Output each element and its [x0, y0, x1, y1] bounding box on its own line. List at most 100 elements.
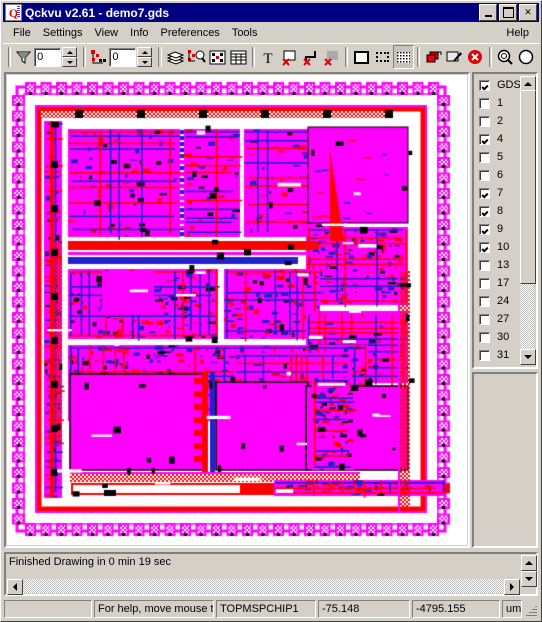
zoom-in-icon[interactable]	[495, 45, 516, 69]
depth-spin-down[interactable]	[137, 57, 153, 67]
menu-settings[interactable]: Settings	[37, 26, 89, 40]
color-swap-icon[interactable]	[423, 45, 444, 69]
filter-input[interactable]: 0	[34, 47, 62, 67]
message-scroll-up-button[interactable]	[521, 555, 537, 571]
status-y-coord: -4795.155	[412, 600, 500, 618]
layer-checkbox[interactable]	[479, 349, 490, 361]
table-grid-icon[interactable]	[228, 45, 249, 69]
layer-label: 1	[497, 97, 504, 109]
layer-checkbox[interactable]	[479, 151, 490, 163]
layer-label: 31	[497, 349, 510, 361]
depth-spin-up[interactable]	[137, 47, 153, 57]
layer-checkbox[interactable]	[479, 115, 490, 127]
layer-row[interactable]: 30	[476, 328, 520, 346]
hide-fill-icon[interactable]	[321, 45, 342, 69]
filter-spin-down[interactable]	[62, 57, 78, 67]
layer-checkbox[interactable]	[479, 223, 490, 235]
layer-row[interactable]: 6	[476, 166, 520, 184]
message-pane: Finished Drawing in 0 min 19 sec	[4, 552, 538, 596]
layer-row[interactable]: 24	[476, 292, 520, 310]
layer-label: 24	[497, 295, 510, 307]
layer-checkbox[interactable]	[479, 97, 490, 109]
dotted-fill-icon[interactable]	[372, 45, 393, 69]
layer-row[interactable]: 27	[476, 310, 520, 328]
layer-row[interactable]: 8	[476, 202, 520, 220]
layer-label: 8	[497, 205, 504, 217]
status-bar: For help, move mouse to TOPMSPCHIP1 -75.…	[4, 600, 538, 618]
layer-checkbox[interactable]	[479, 205, 490, 217]
layer-checkbox[interactable]	[479, 241, 490, 253]
hide-box-icon[interactable]	[279, 45, 300, 69]
title-bar: Q Qckvu v2.61 - demo7.gds ✕	[3, 3, 539, 22]
message-scroll-down-button[interactable]	[521, 571, 537, 587]
layer-row[interactable]: GDS	[476, 76, 520, 94]
layer-row[interactable]: 5	[476, 148, 520, 166]
layer-checkbox[interactable]	[479, 277, 490, 289]
layer-label: 13	[497, 259, 510, 271]
layer-checkbox[interactable]	[479, 187, 490, 199]
layer-row[interactable]: 17	[476, 274, 520, 292]
edit-layer-icon[interactable]	[444, 45, 465, 69]
resize-grip[interactable]	[524, 604, 538, 618]
gds-layout-render[interactable]	[7, 75, 467, 545]
window-controls: ✕	[479, 4, 538, 21]
layer-checkbox[interactable]	[479, 313, 490, 325]
hierarchy-depth-icon[interactable]	[89, 45, 108, 69]
hide-path-icon[interactable]	[300, 45, 321, 69]
message-scroll-left-button[interactable]	[7, 579, 23, 595]
layer-list[interactable]: GDS 1 2 4 5 6 7 8 9 10 13 17 24 27 30 31	[476, 76, 520, 365]
minimize-button[interactable]	[479, 4, 497, 21]
layer-row[interactable]: 1	[476, 94, 520, 112]
inspect-hierarchy-icon[interactable]	[186, 45, 207, 69]
zoom-fit-icon[interactable]	[516, 45, 537, 69]
layer-row[interactable]: 31	[476, 346, 520, 364]
layer-label: 2	[497, 115, 504, 127]
menu-tools[interactable]: Tools	[226, 26, 264, 40]
status-units: um	[502, 600, 522, 618]
close-button[interactable]: ✕	[519, 4, 537, 21]
message-scroll-right-button[interactable]	[504, 579, 520, 595]
layer-scroll-thumb[interactable]	[520, 90, 536, 284]
menu-help[interactable]: Help	[500, 26, 535, 40]
message-hscrollbar[interactable]	[7, 579, 520, 595]
layer-row[interactable]: 10	[476, 238, 520, 256]
layer-label: 6	[497, 169, 504, 181]
maximize-button[interactable]	[499, 4, 517, 21]
layer-label: 7	[497, 187, 504, 199]
menu-info[interactable]: Info	[124, 26, 154, 40]
layer-checkbox[interactable]	[479, 169, 490, 181]
layer-checkbox[interactable]	[479, 79, 490, 91]
layer-list-scrollbar[interactable]	[520, 76, 536, 365]
cancel-icon[interactable]	[465, 45, 486, 69]
funnel-filter-icon[interactable]	[14, 45, 33, 69]
app-window: Q Qckvu v2.61 - demo7.gds ✕ File Setting…	[0, 0, 542, 622]
message-text: Finished Drawing in 0 min 19 sec	[9, 556, 172, 568]
text-tool-icon[interactable]: T	[258, 45, 279, 69]
cell-array-icon[interactable]	[207, 45, 228, 69]
menu-view[interactable]: View	[88, 26, 124, 40]
solid-fill-icon[interactable]	[392, 45, 414, 69]
filter-spin-up[interactable]	[62, 47, 78, 57]
message-vscrollbar[interactable]	[521, 555, 537, 587]
layout-canvas-inner[interactable]	[7, 75, 467, 545]
menu-preferences[interactable]: Preferences	[155, 26, 226, 40]
layer-row[interactable]: 9	[476, 220, 520, 238]
layer-row[interactable]: 7	[476, 184, 520, 202]
layers-icon[interactable]	[165, 45, 186, 69]
layer-checkbox[interactable]	[479, 133, 490, 145]
layer-checkbox[interactable]	[479, 295, 490, 307]
layer-label: 30	[497, 331, 510, 343]
depth-input[interactable]: 0	[109, 47, 137, 67]
depth-spinner[interactable]	[137, 47, 153, 67]
layer-row[interactable]: 4	[476, 130, 520, 148]
layer-row[interactable]: 13	[476, 256, 520, 274]
layout-canvas[interactable]	[4, 72, 470, 548]
filter-spinner[interactable]	[62, 47, 78, 67]
layer-row[interactable]: 2	[476, 112, 520, 130]
menu-file[interactable]: File	[7, 26, 37, 40]
layer-label: 10	[497, 241, 510, 253]
layer-checkbox[interactable]	[479, 259, 490, 271]
layer-scroll-down-button[interactable]	[520, 349, 536, 365]
layer-checkbox[interactable]	[479, 331, 490, 343]
outline-fill-icon[interactable]	[351, 45, 372, 69]
